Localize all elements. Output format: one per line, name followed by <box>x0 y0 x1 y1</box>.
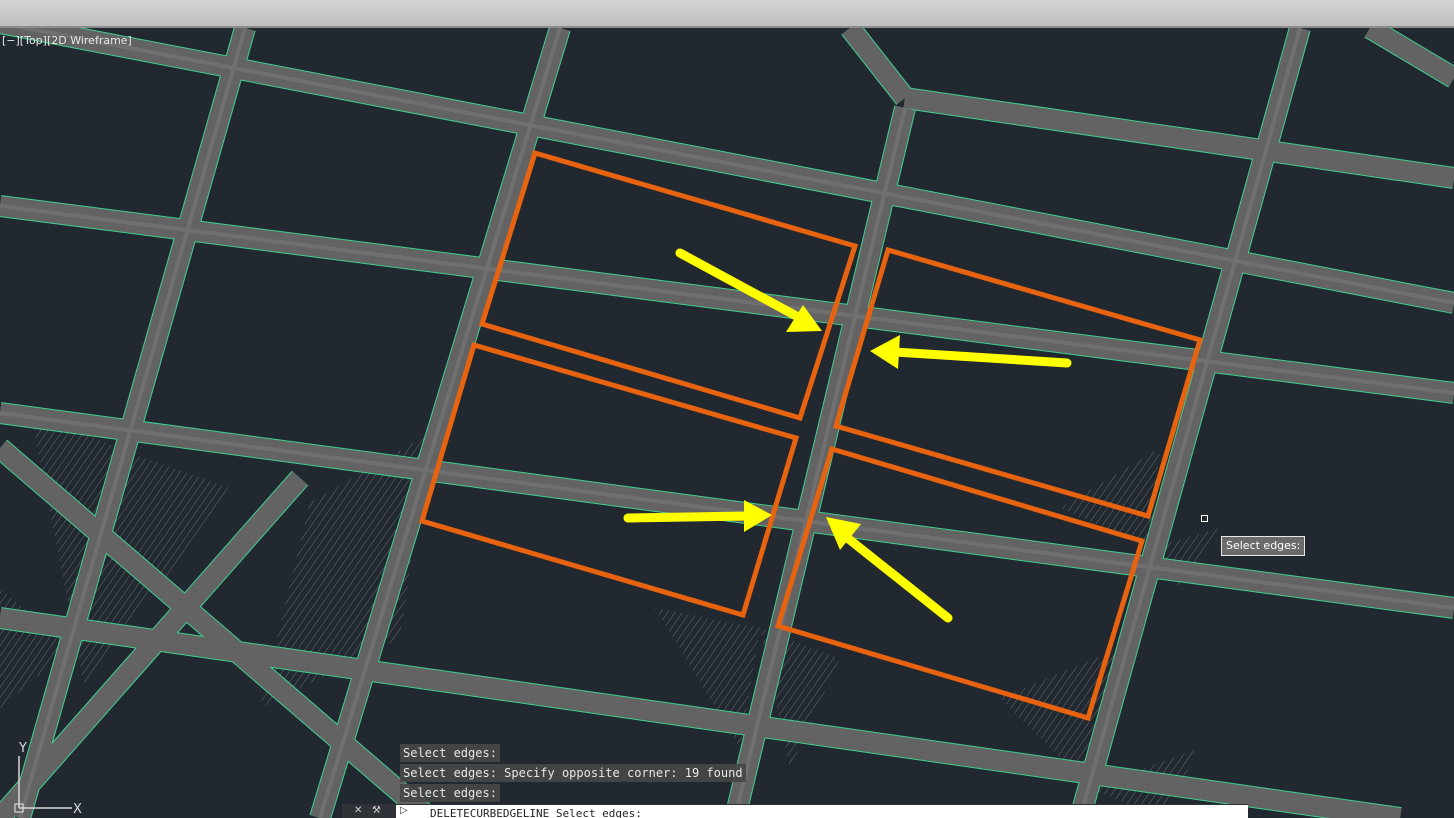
command-input-text: DELETECURBEDGELINE Select edges: <box>430 807 642 818</box>
ucs-x-label: X <box>73 802 82 817</box>
drawing-canvas[interactable] <box>0 28 1454 818</box>
command-history: Select edges: Select edges: Specify oppo… <box>400 744 746 804</box>
command-input[interactable]: ▷ DELETECURBEDGELINE Select edges: <box>396 805 1248 818</box>
wrench-icon[interactable]: ⚒ <box>372 805 381 817</box>
command-line-bar: ✕ ⚒ ▷ DELETECURBEDGELINE Select edges: <box>342 804 1248 818</box>
command-history-line: Select edges: <box>400 744 500 762</box>
ucs-icon: Y X <box>14 741 82 817</box>
command-prompt-icon: ▷ <box>400 805 408 816</box>
pickbox-cursor <box>1201 515 1208 522</box>
command-history-line: Select edges: Specify opposite corner: 1… <box>400 764 746 782</box>
viewport-controls-label[interactable]: [−][Top][2D Wireframe] <box>2 34 132 47</box>
command-history-line: Select edges: <box>400 784 500 802</box>
ribbon-strip <box>0 0 1454 28</box>
drawing-viewport[interactable]: [−][Top][2D Wireframe] Select edges: Sel… <box>0 28 1454 818</box>
close-icon[interactable]: ✕ <box>354 805 362 817</box>
autocad-window: [−][Top][2D Wireframe] Select edges: Sel… <box>0 0 1454 818</box>
ucs-y-label: Y <box>18 741 27 756</box>
dynamic-input-tooltip: Select edges: <box>1221 536 1306 556</box>
